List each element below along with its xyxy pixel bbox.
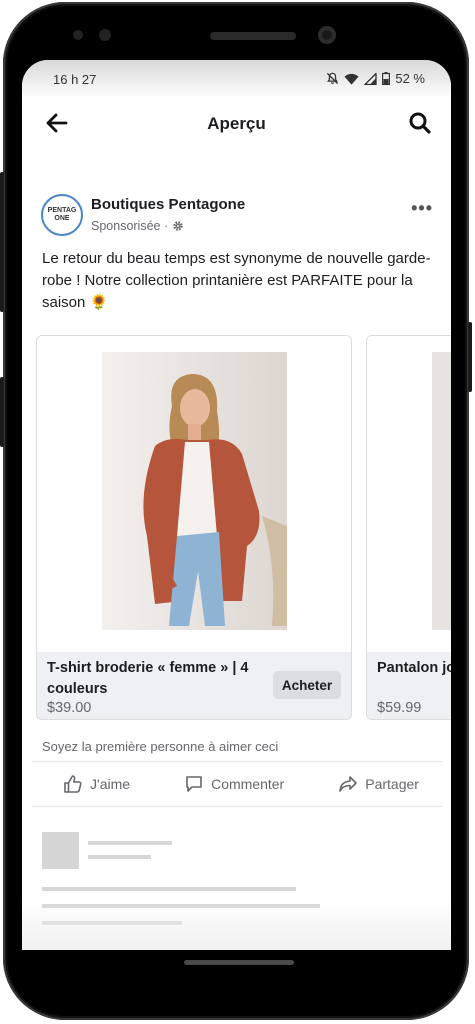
product-price: $39.00	[47, 700, 92, 716]
placeholder-avatar	[42, 832, 79, 869]
volume-button	[0, 172, 4, 312]
earpiece-speaker	[210, 32, 296, 40]
bottom-fade	[22, 900, 451, 950]
status-icons: 52 %	[326, 71, 425, 86]
product-info[interactable]: T-shirt broderie « femme » | 4 couleurs …	[37, 652, 351, 719]
likes-summary[interactable]: Soyez la première personne à aimer ceci	[42, 739, 278, 754]
sponsored-label: Sponsorisée ·	[91, 219, 184, 233]
share-button[interactable]: Partager	[338, 774, 419, 794]
thumbs-up-icon	[64, 775, 82, 793]
product-card[interactable]: T-shirt broderie « femme » | 4 couleurs …	[36, 335, 352, 720]
page-name[interactable]: Boutiques Pentagone	[91, 196, 245, 213]
post-text: Le retour du beau temps est synonyme de …	[42, 250, 431, 311]
like-button[interactable]: J'aime	[63, 774, 130, 794]
page-avatar[interactable]: PENTAG ONE	[41, 194, 83, 236]
screen: 16 h 27 52 % Aperçu PENTAG ONE Boutiques …	[22, 60, 451, 950]
sensor-icon	[99, 29, 111, 41]
product-image[interactable]	[367, 336, 451, 652]
product-card[interactable]: Pantalon jo… Fabriqué au… $59.99	[366, 335, 451, 720]
status-time: 16 h 27	[53, 72, 97, 87]
product-info[interactable]: Pantalon jo… Fabriqué au… $59.99	[367, 652, 451, 719]
share-icon	[339, 776, 358, 792]
bixby-button	[468, 322, 472, 392]
divider	[32, 761, 442, 762]
product-name: T-shirt broderie « femme » | 4 couleurs	[47, 660, 249, 697]
placeholder-line	[88, 841, 172, 845]
avatar-logo-text: PENTAG ONE	[47, 207, 77, 222]
phone-frame: 16 h 27 52 % Aperçu PENTAG ONE Boutiques …	[0, 2, 472, 1020]
home-indicator[interactable]	[184, 960, 294, 965]
product-carousel[interactable]: T-shirt broderie « femme » | 4 couleurs …	[36, 335, 451, 720]
gear-icon	[173, 221, 183, 231]
sensor-icon	[73, 30, 83, 40]
battery-percent: 52 %	[395, 71, 425, 86]
bell-off-icon	[327, 72, 339, 85]
front-camera-icon	[318, 26, 336, 44]
placeholder-line	[42, 887, 296, 891]
comment-icon	[186, 776, 202, 792]
post-header: PENTAG ONE Boutiques Pentagone Sponsorisé…	[41, 194, 433, 240]
placeholder-line	[88, 855, 151, 859]
product-name: Pantalon jo… Fabriqué au…	[377, 660, 451, 676]
power-button	[0, 377, 4, 447]
battery-icon	[382, 72, 391, 85]
signal-icon	[364, 72, 378, 85]
buy-button[interactable]: Acheter	[273, 671, 341, 699]
divider	[32, 806, 442, 807]
more-options-icon[interactable]: •••	[411, 198, 433, 219]
product-image[interactable]	[37, 336, 351, 652]
search-icon[interactable]	[407, 110, 433, 136]
page-title: Aperçu	[207, 114, 266, 133]
status-bar: 16 h 27 52 %	[22, 60, 451, 98]
product-price: $59.99	[377, 700, 422, 716]
wifi-icon	[344, 73, 359, 85]
action-bar: J'aime Commenter Partager	[36, 768, 446, 800]
app-bar: Aperçu	[22, 98, 451, 150]
comment-button[interactable]: Commenter	[184, 774, 284, 794]
